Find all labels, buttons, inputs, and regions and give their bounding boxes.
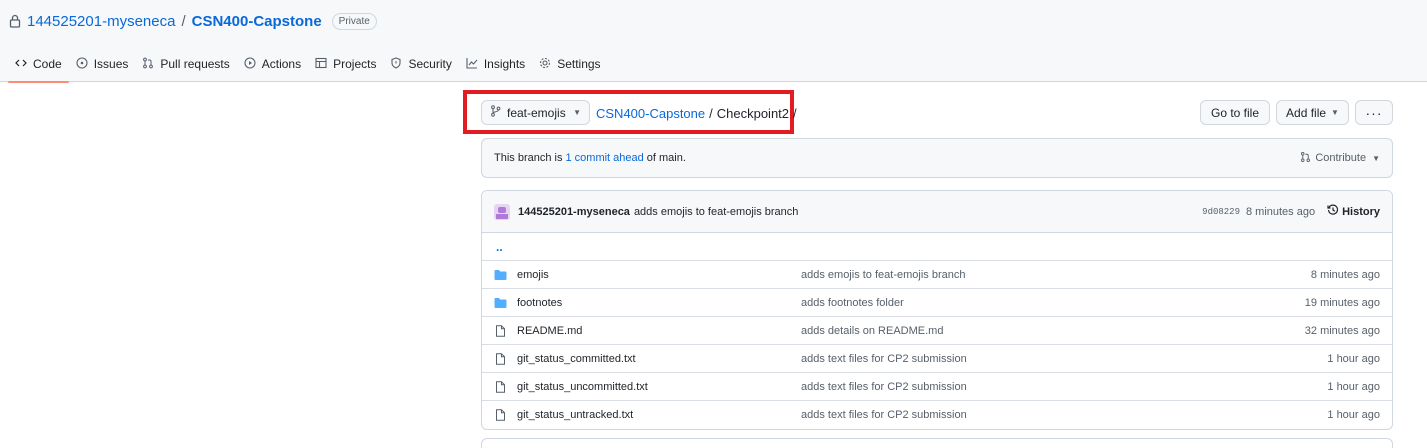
branch-selector-button[interactable]: feat-emojis ▼	[481, 100, 590, 125]
git-branch-icon	[490, 105, 501, 120]
file-table: 144525201-myseneca adds emojis to feat-e…	[481, 190, 1393, 430]
tab-label: Actions	[261, 57, 302, 71]
chevron-down-icon: ▼	[1372, 153, 1380, 163]
repo-header: 144525201-myseneca / CSN400-Capstone Pri…	[0, 0, 1427, 83]
gear-icon	[539, 57, 551, 72]
graph-icon	[466, 57, 478, 72]
repo-title-separator: /	[181, 12, 186, 30]
commits-ahead-link[interactable]: 1 commit ahead	[565, 152, 643, 164]
repo-title: 144525201-myseneca / CSN400-Capstone Pri…	[9, 11, 377, 31]
file-icon	[494, 380, 507, 393]
breadcrumb-current-dir: Checkpoint2	[716, 105, 790, 121]
file-name-link[interactable]: README.md	[517, 325, 582, 337]
add-file-button[interactable]: Add file ▼	[1276, 100, 1349, 125]
tab-label: Pull requests	[160, 57, 230, 71]
history-link[interactable]: History	[1327, 204, 1380, 219]
tab-label: Security	[408, 57, 452, 71]
breadcrumb-repo-link[interactable]: CSN400-Capstone	[596, 106, 705, 121]
tab-label: Projects	[333, 57, 377, 71]
file-name-link[interactable]: footnotes	[517, 297, 562, 309]
table-row: footnotes adds footnotes folder 19 minut…	[482, 289, 1392, 317]
file-icon	[494, 352, 507, 365]
history-icon	[1327, 204, 1339, 219]
tab-settings[interactable]: Settings	[532, 48, 607, 82]
repo-nav-tabs: Code Issues Pull requests Actions Projec…	[8, 48, 608, 83]
file-commit-message-link[interactable]: adds details on README.md	[801, 325, 1260, 337]
issue-icon	[76, 56, 88, 72]
file-commit-age: 1 hour ago	[1327, 352, 1380, 365]
chevron-down-icon: ▼	[573, 108, 581, 117]
avatar[interactable]	[494, 203, 510, 220]
branch-name: feat-emojis	[507, 105, 566, 120]
table-row: git_status_committed.txt adds text files…	[482, 345, 1392, 373]
contribute-label: Contribute	[1315, 152, 1367, 164]
pull-request-icon	[142, 57, 154, 72]
contribute-button[interactable]: Contribute ▼	[1300, 151, 1380, 166]
file-commit-age: 1 hour ago	[1327, 380, 1380, 393]
breadcrumb-separator: /	[709, 105, 713, 121]
parent-directory-link[interactable]: ..	[482, 233, 1392, 261]
table-icon	[315, 57, 327, 72]
file-commit-message-link[interactable]: adds text files for CP2 submission	[801, 409, 1260, 421]
tab-actions[interactable]: Actions	[237, 48, 308, 82]
more-options-button[interactable]: ···	[1355, 100, 1393, 125]
play-icon	[244, 56, 256, 72]
table-row: git_status_untracked.txt adds text files…	[482, 401, 1392, 429]
latest-commit-row: 144525201-myseneca adds emojis to feat-e…	[482, 191, 1392, 233]
visibility-badge: Private	[331, 12, 377, 30]
table-row: README.md adds details on README.md 32 m…	[482, 317, 1392, 345]
file-commit-message-link[interactable]: adds footnotes folder	[801, 297, 1260, 309]
commit-author-link[interactable]: 144525201-myseneca	[518, 206, 630, 218]
breadcrumb: CSN400-Capstone / Checkpoint2 /	[596, 104, 797, 122]
file-commit-age: 8 minutes ago	[1310, 268, 1380, 281]
history-label: History	[1342, 205, 1380, 218]
readme-box-edge	[481, 438, 1393, 448]
pull-request-icon	[1300, 151, 1311, 166]
commit-sha-link[interactable]: 9d08229	[1202, 207, 1240, 217]
code-icon	[15, 57, 27, 72]
chevron-down-icon: ▼	[1331, 108, 1339, 117]
file-name-link[interactable]: git_status_uncommitted.txt	[517, 381, 648, 393]
repo-name-link[interactable]: CSN400-Capstone	[192, 13, 322, 30]
file-commit-message-link[interactable]: adds text files for CP2 submission	[801, 381, 1260, 393]
tab-issues[interactable]: Issues	[69, 48, 136, 82]
file-commit-message-link[interactable]: adds emojis to feat-emojis branch	[801, 269, 1260, 281]
folder-icon	[494, 297, 507, 309]
repo-owner-link[interactable]: 144525201-myseneca	[27, 13, 175, 30]
file-commit-age: 19 minutes ago	[1304, 296, 1380, 309]
file-commit-age: 1 hour ago	[1327, 409, 1380, 421]
ahead-suffix: of main.	[646, 152, 686, 164]
tab-insights[interactable]: Insights	[459, 48, 532, 82]
ahead-prefix: This branch is	[494, 152, 563, 164]
shield-icon	[390, 56, 402, 72]
tab-pull-requests[interactable]: Pull requests	[135, 48, 236, 82]
commit-message-link[interactable]: adds emojis to feat-emojis branch	[634, 206, 798, 218]
branch-ahead-bar: This branch is 1 commit ahead of main. C…	[481, 138, 1393, 178]
add-file-label: Add file	[1286, 105, 1327, 120]
lock-icon	[9, 14, 21, 28]
file-commit-message-link[interactable]: adds text files for CP2 submission	[801, 353, 1260, 365]
table-row: emojis adds emojis to feat-emojis branch…	[482, 261, 1392, 289]
commit-age: 8 minutes ago	[1245, 205, 1316, 218]
tab-label: Issues	[93, 57, 129, 71]
go-to-file-button[interactable]: Go to file	[1200, 100, 1270, 125]
tab-code[interactable]: Code	[8, 48, 69, 83]
tab-label: Settings	[557, 57, 601, 71]
folder-icon	[494, 269, 507, 281]
commit-meta: 9d08229 8 minutes ago History	[1202, 204, 1380, 219]
tab-projects[interactable]: Projects	[308, 48, 383, 82]
file-name-link[interactable]: git_status_committed.txt	[517, 353, 636, 365]
breadcrumb-separator: /	[793, 105, 797, 121]
tab-security[interactable]: Security	[383, 48, 458, 82]
tab-label: Insights	[483, 57, 526, 71]
table-row: git_status_uncommitted.txt adds text fil…	[482, 373, 1392, 401]
file-icon	[494, 409, 507, 421]
file-icon	[494, 324, 507, 337]
file-name-link[interactable]: emojis	[517, 269, 549, 281]
tab-label: Code	[33, 57, 62, 71]
file-name-link[interactable]: git_status_untracked.txt	[517, 409, 633, 421]
file-commit-age: 32 minutes ago	[1304, 324, 1380, 337]
